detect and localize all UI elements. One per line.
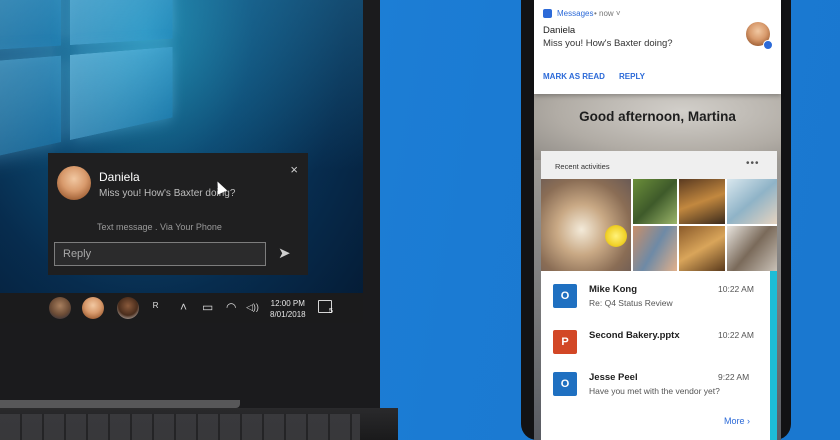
chevron-up-icon[interactable]: ˄ xyxy=(180,300,187,314)
photo-dessert[interactable] xyxy=(727,179,777,224)
powerpoint-icon: P xyxy=(553,330,577,354)
photo-pastries[interactable] xyxy=(679,226,725,271)
phone-notification[interactable]: Messages • now ˅ Daniela Miss you! How's… xyxy=(534,0,781,94)
more-options-icon[interactable]: ••• xyxy=(746,158,760,169)
laptop-hinge xyxy=(0,400,240,408)
activity-title: Mike Kong xyxy=(589,284,638,295)
close-icon[interactable]: × xyxy=(290,162,298,177)
message-toast[interactable]: Daniela Miss you! How's Baxter doing? × … xyxy=(48,153,308,275)
activity-subtitle: Re: Q4 Status Review xyxy=(589,298,673,308)
taskbar: ᴿ ˄ ▭ ◠ ◁)) 12:00 PM 8/01/2018 5 xyxy=(0,293,363,323)
notification-count: 5 xyxy=(329,308,333,315)
toast-sender: Daniela xyxy=(99,170,140,184)
send-icon[interactable]: ➤ xyxy=(278,244,291,262)
clock-time: 12:00 PM xyxy=(270,299,305,308)
activity-title: Jesse Peel xyxy=(589,372,638,383)
photo-plant[interactable] xyxy=(633,179,677,224)
recent-activities-card: Recent activities ••• O Mike Kong Re: Q4… xyxy=(541,151,777,440)
activity-time: 10:22 AM xyxy=(718,284,754,294)
photo-bakery-sign[interactable] xyxy=(679,179,725,224)
photo-ball xyxy=(605,225,627,247)
accent-bar xyxy=(770,271,777,440)
activity-subtitle: Have you met with the vendor yet? xyxy=(589,386,720,396)
photo-friends[interactable] xyxy=(633,226,677,271)
people-icon[interactable]: ᴿ xyxy=(153,300,158,314)
activity-time: 10:22 AM xyxy=(718,330,754,340)
laptop-keyboard xyxy=(0,414,360,440)
activity-time: 9:22 AM xyxy=(718,372,750,382)
people-avatar-2[interactable] xyxy=(82,297,104,319)
wifi-icon[interactable]: ◠ xyxy=(226,300,236,314)
notification-app-name: Messages xyxy=(557,9,594,18)
activity-title: Second Bakery.pptx xyxy=(589,330,680,341)
people-avatar-1[interactable] xyxy=(49,297,71,319)
people-avatar-3[interactable] xyxy=(117,297,139,319)
reply-button[interactable]: REPLY xyxy=(619,72,645,81)
taskbar-clock[interactable]: 12:00 PM 8/01/2018 xyxy=(270,298,306,320)
mark-as-read-button[interactable]: MARK AS READ xyxy=(543,72,605,81)
outlook-icon: O xyxy=(553,284,577,308)
outlook-icon: O xyxy=(553,372,577,396)
more-link[interactable]: More › xyxy=(724,416,750,426)
greeting-text: Good afternoon, Martina xyxy=(579,109,736,124)
reply-input[interactable]: Reply xyxy=(54,242,266,266)
notification-time: • now ˅ xyxy=(594,9,621,18)
photo-storefront[interactable] xyxy=(727,226,777,271)
contact-avatar xyxy=(57,166,91,200)
recent-photos xyxy=(541,179,777,271)
card-title: Recent activities xyxy=(555,162,610,171)
notification-sender: Daniela xyxy=(543,25,576,36)
notification-message: Miss you! How's Baxter doing? xyxy=(543,38,673,49)
activity-item[interactable]: O Mike Kong Re: Q4 Status Review 10:22 A… xyxy=(541,279,777,323)
battery-icon[interactable]: ▭ xyxy=(202,300,213,314)
volume-icon[interactable]: ◁)) xyxy=(246,302,259,313)
card-header: Recent activities ••• xyxy=(541,151,777,179)
toast-source: Text message . Via Your Phone xyxy=(97,222,222,232)
phone-wallpaper xyxy=(534,90,781,160)
activity-item[interactable]: P Second Bakery.pptx 10:22 AM xyxy=(541,325,777,369)
messages-app-icon xyxy=(543,9,552,18)
messages-badge-icon xyxy=(763,40,773,50)
clock-date: 8/01/2018 xyxy=(270,310,306,319)
activity-item[interactable]: O Jesse Peel Have you met with the vendo… xyxy=(541,367,777,411)
